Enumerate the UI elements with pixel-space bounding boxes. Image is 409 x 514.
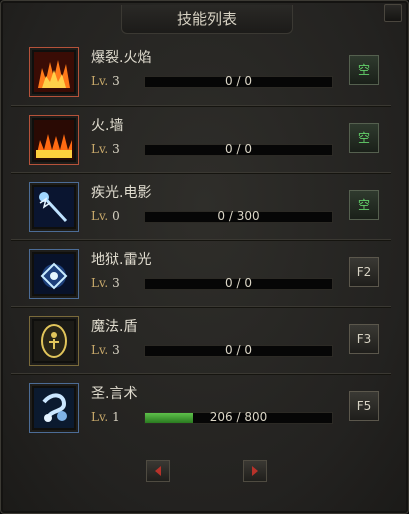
- level-label: Lv.: [91, 142, 109, 156]
- hotkey-slot[interactable]: F2: [349, 257, 379, 287]
- skill-row[interactable]: 疾光.电影 Lv. 0 0 / 300 空: [11, 173, 391, 238]
- level-label: Lv.: [91, 209, 109, 223]
- skill-progress-bar: 206 / 800: [144, 410, 333, 424]
- skill-row[interactable]: 爆裂.火焰 Lv. 3 0 / 0 空: [11, 39, 391, 103]
- firestorm-icon[interactable]: [29, 47, 79, 97]
- hotkey-slot[interactable]: 空: [349, 190, 379, 220]
- skill-level: Lv. 3: [91, 343, 120, 357]
- level-label: Lv.: [91, 276, 109, 290]
- arrow-left-icon: [155, 466, 161, 476]
- skill-name: 火.墙: [91, 118, 124, 134]
- skill-level: Lv. 3: [91, 276, 120, 290]
- hotkey-slot[interactable]: F5: [349, 391, 379, 421]
- next-page-button[interactable]: [243, 460, 267, 482]
- progress-text: 0 / 0: [225, 74, 252, 88]
- skill-level: Lv. 1: [91, 410, 120, 424]
- magic-shield-icon[interactable]: [29, 316, 79, 366]
- skill-level: Lv. 0: [91, 209, 120, 223]
- hotkey-slot[interactable]: 空: [349, 123, 379, 153]
- progress-text: 0 / 0: [225, 142, 252, 156]
- skill-progress-bar: 0 / 0: [144, 343, 333, 357]
- hell-lightning-icon[interactable]: [29, 249, 79, 299]
- window-title: 技能列表: [121, 5, 293, 34]
- skill-name: 地狱.雷光: [91, 252, 152, 268]
- skill-row[interactable]: 魔法.盾 Lv. 3 0 / 0 F3: [11, 307, 391, 372]
- level-label: Lv.: [91, 343, 109, 357]
- level-label: Lv.: [91, 410, 109, 424]
- level-value: 3: [112, 343, 120, 357]
- skill-name: 疾光.电影: [91, 185, 152, 201]
- skill-level: Lv. 3: [91, 74, 120, 88]
- progress-text: 0 / 0: [225, 276, 252, 290]
- level-label: Lv.: [91, 74, 109, 88]
- skill-progress-bar: 0 / 0: [144, 74, 333, 88]
- close-button[interactable]: [384, 4, 402, 22]
- skill-progress-bar: 0 / 0: [144, 276, 333, 290]
- level-value: 3: [112, 142, 120, 156]
- skill-row[interactable]: 圣.言术 Lv. 1 206 / 800 F5: [11, 374, 391, 439]
- progress-text: 0 / 0: [225, 343, 252, 357]
- skill-row[interactable]: 地狱.雷光 Lv. 3 0 / 0 F2: [11, 240, 391, 305]
- level-value: 3: [112, 276, 120, 290]
- prev-page-button[interactable]: [146, 460, 170, 482]
- skill-progress-bar: 0 / 0: [144, 142, 333, 156]
- level-value: 3: [112, 74, 120, 88]
- skill-list-window: 技能列表 爆裂.火焰 Lv. 3 0 / 0 空 火.墙 Lv. 3 0 / 0 空: [0, 0, 409, 514]
- skill-name: 魔法.盾: [91, 319, 138, 335]
- skill-level: Lv. 3: [91, 142, 120, 156]
- hotkey-slot[interactable]: 空: [349, 55, 379, 85]
- skill-progress-bar: 0 / 300: [144, 209, 333, 223]
- skill-row[interactable]: 火.墙 Lv. 3 0 / 0 空: [11, 106, 391, 171]
- firewall-icon[interactable]: [29, 115, 79, 165]
- progress-text: 206 / 800: [209, 410, 268, 424]
- progress-text: 0 / 300: [217, 209, 260, 223]
- hotkey-slot[interactable]: F3: [349, 324, 379, 354]
- skill-name: 圣.言术: [91, 386, 138, 402]
- level-value: 0: [112, 209, 120, 223]
- level-value: 1: [112, 410, 120, 424]
- skill-name: 爆裂.火焰: [91, 50, 152, 66]
- lightning-bolt-icon[interactable]: [29, 182, 79, 232]
- arrow-right-icon: [252, 466, 258, 476]
- holy-word-icon[interactable]: [29, 383, 79, 433]
